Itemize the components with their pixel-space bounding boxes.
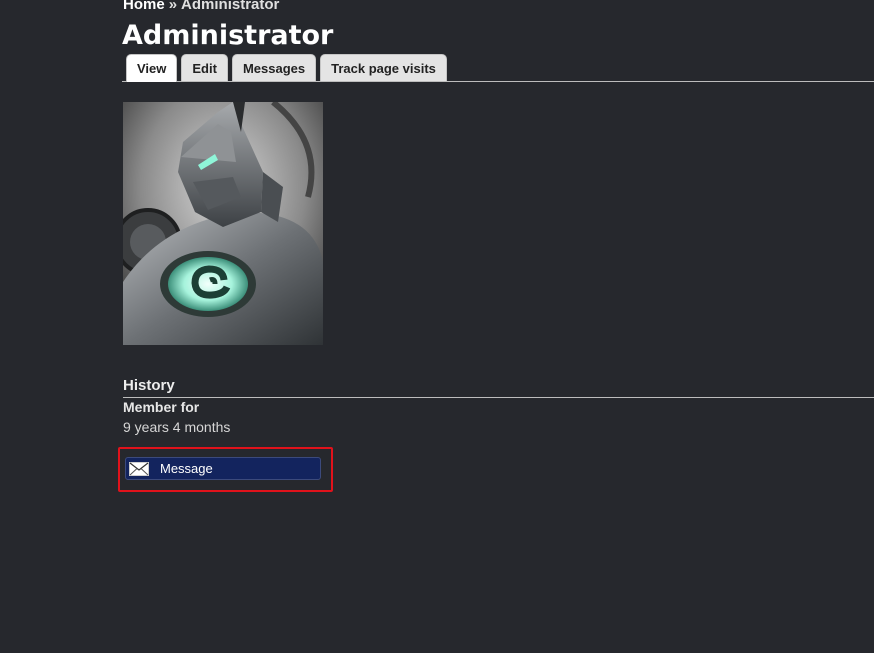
avatar	[123, 102, 323, 345]
tab-bar: View Edit Messages Track page visits	[122, 54, 874, 82]
breadcrumb-current: Administrator	[181, 0, 280, 13]
page-title: Administrator	[122, 20, 334, 51]
breadcrumb-separator: »	[168, 0, 178, 13]
tab-view[interactable]: View	[126, 54, 178, 82]
breadcrumb: Home» Administrator	[123, 0, 279, 13]
tab-messages[interactable]: Messages	[231, 54, 317, 81]
tab-track-page-visits[interactable]: Track page visits	[320, 54, 447, 81]
tab-edit[interactable]: Edit	[181, 54, 228, 81]
message-button-label: Message	[160, 461, 213, 476]
breadcrumb-home-link[interactable]: Home	[123, 0, 165, 13]
history-section-title: History	[123, 377, 874, 398]
envelope-icon	[129, 461, 149, 476]
member-for-value: 9 years 4 months	[123, 419, 231, 435]
avatar-robot-image	[123, 102, 323, 345]
member-for-label: Member for	[123, 399, 200, 415]
message-button[interactable]: Message	[125, 457, 321, 480]
